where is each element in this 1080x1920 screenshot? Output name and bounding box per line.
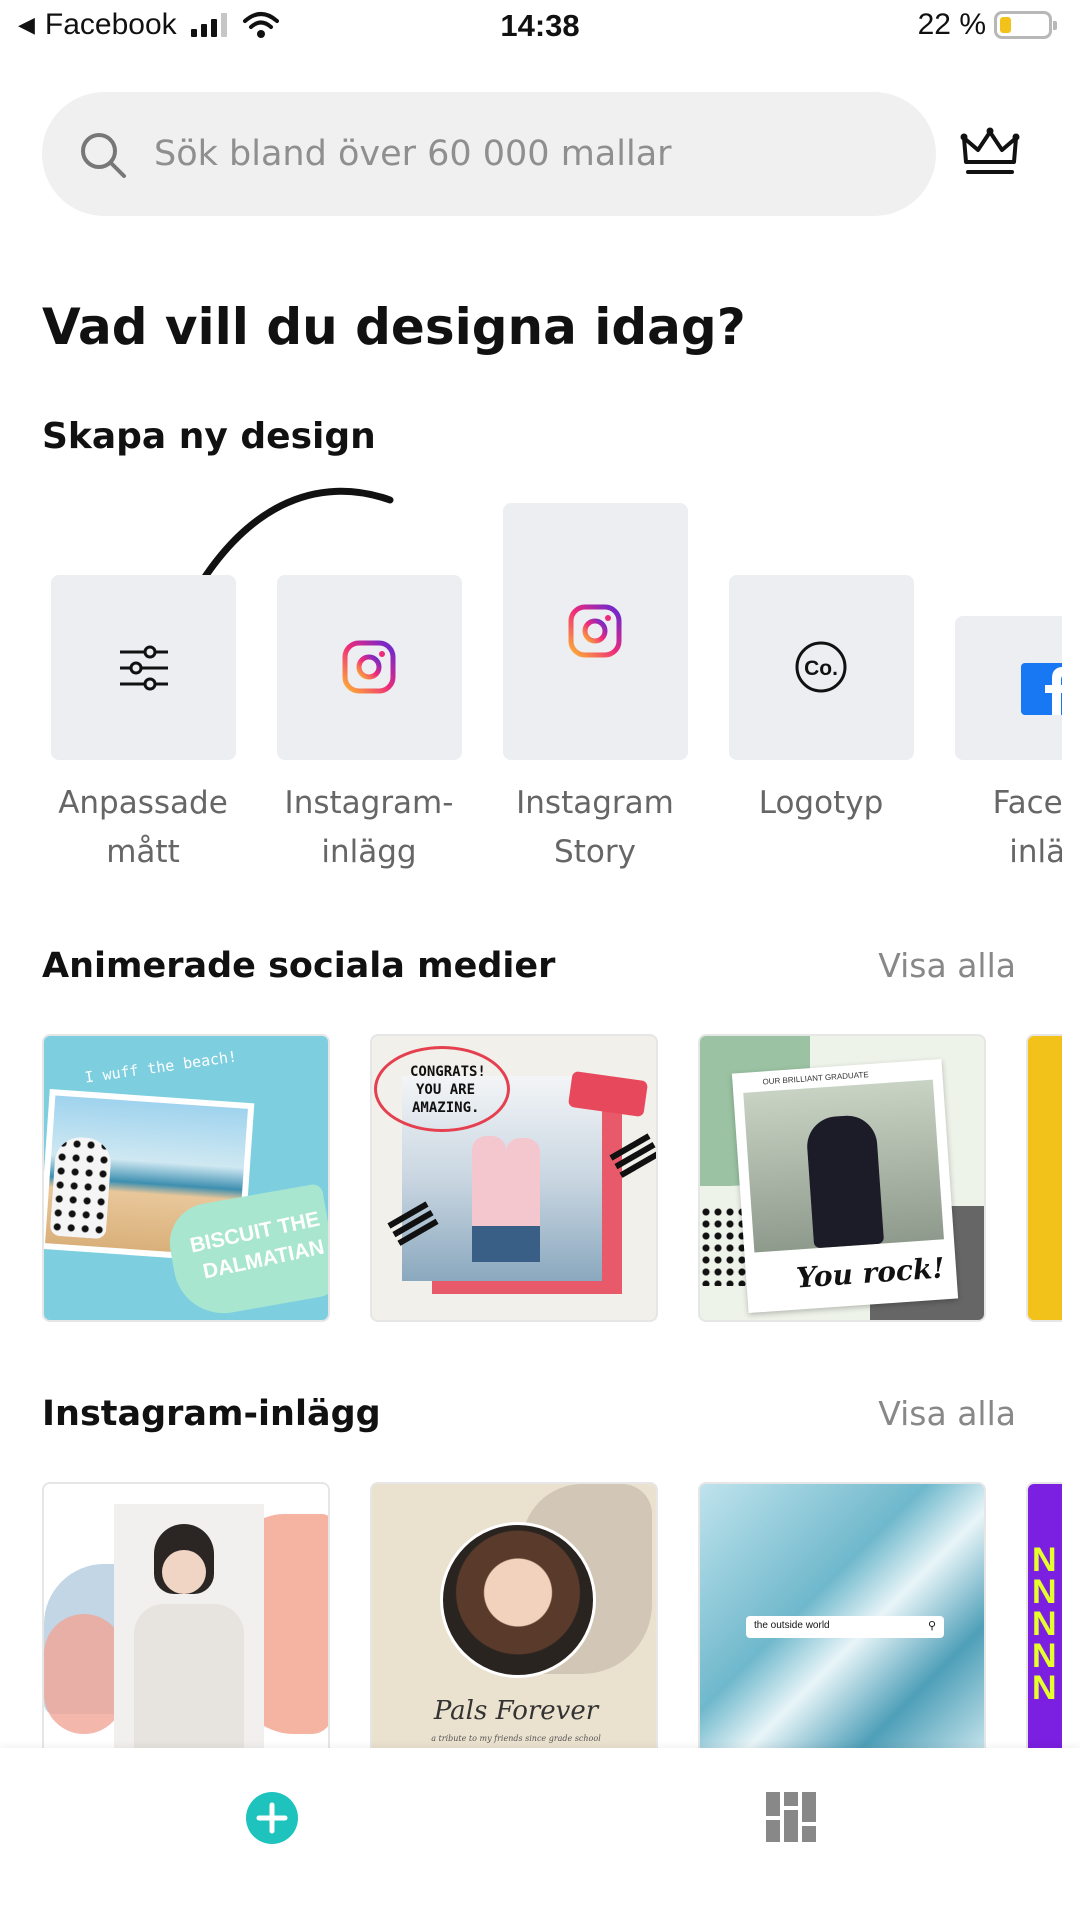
template-art: Pals Forever a tribute to my friends sin… [372, 1484, 656, 1748]
model-photo [114, 1504, 264, 1748]
facebook-icon [1021, 663, 1062, 715]
tile-facebook-post-label: Faceboinläg [992, 785, 1062, 870]
tile-row-clip: Faceboinläg [0, 560, 1062, 900]
instagram-section-title: Instagram-inlägg [42, 1394, 381, 1434]
template-card[interactable] [42, 1482, 330, 1748]
template-card[interactable]: Pals Forever a tribute to my friends sin… [370, 1482, 658, 1748]
search-icon: ⚲ [927, 1619, 936, 1632]
search-bar[interactable] [42, 92, 936, 216]
template-text: You rock! [795, 1251, 946, 1295]
create-plus-icon[interactable] [246, 1792, 298, 1844]
dog-figure [49, 1135, 113, 1240]
white-garment [134, 1604, 244, 1748]
template-card[interactable]: NNNNN [1026, 1482, 1062, 1748]
template-text: AMAZING. [412, 1100, 480, 1116]
shorts [472, 1226, 540, 1262]
tile-facebook-post[interactable] [955, 616, 1062, 760]
template-card[interactable] [1026, 1034, 1062, 1322]
battery-icon [994, 11, 1057, 39]
instagram-see-all-link[interactable]: Visa alla [878, 1394, 1016, 1433]
create-section-title: Skapa ny design [42, 416, 376, 457]
animated-see-all-link[interactable]: Visa alla [878, 946, 1016, 985]
instagram-templates-row: Pals Forever a tribute to my friends sin… [0, 1478, 1062, 1748]
battery-status: 22 % [917, 8, 1057, 42]
face [162, 1550, 206, 1594]
polaroid-frame: OUR BRILLIANT GRADUATE You rock! [731, 1058, 959, 1314]
template-text: the outside world [754, 1620, 830, 1631]
zigzag-pattern: NNNNN [1032, 1541, 1057, 1707]
template-card[interactable]: I wuff the beach! BISCUIT THE DALMATIAN [42, 1034, 330, 1322]
crown-icon[interactable] [960, 126, 1020, 178]
template-text: a tribute to my friends since grade scho… [431, 1734, 601, 1743]
template-text: I wuff the beach! [83, 1047, 239, 1087]
mock-search-bar: the outside world ⚲ [746, 1616, 944, 1638]
designs-grid-icon[interactable] [766, 1792, 816, 1842]
template-card[interactable]: the outside world ⚲ [698, 1482, 986, 1748]
template-art: OUR BRILLIANT GRADUATE You rock! [700, 1036, 984, 1320]
bottom-tab-bar [0, 1748, 1080, 1920]
battery-percent: 22 % [917, 8, 986, 41]
animated-templates-row: I wuff the beach! BISCUIT THE DALMATIAN … [0, 1030, 1062, 1330]
graduate-photo [743, 1079, 944, 1253]
search-icon [81, 133, 126, 178]
template-card[interactable]: OUR BRILLIANT GRADUATE You rock! [698, 1034, 986, 1322]
animated-section-title: Animerade sociala medier [42, 946, 556, 986]
friends-photo [440, 1522, 596, 1678]
template-art: CONGRATS! YOU ARE AMAZING. [372, 1036, 656, 1320]
template-card[interactable]: CONGRATS! YOU ARE AMAZING. [370, 1034, 658, 1322]
template-text: OUR BRILLIANT GRADUATE [762, 1070, 869, 1087]
search-input[interactable] [152, 122, 892, 186]
graduate-figure [805, 1113, 885, 1249]
status-bar: ◀ Facebook 14:38 22 % [0, 0, 1080, 56]
template-art [44, 1484, 328, 1748]
template-text: Pals Forever [433, 1696, 599, 1726]
watercolor-peach [44, 1614, 124, 1734]
template-text: CONGRATS! [410, 1064, 486, 1080]
template-art: the outside world ⚲ [700, 1484, 984, 1748]
template-text: YOU ARE [416, 1082, 476, 1098]
page-title: Vad vill du designa idag? [42, 298, 746, 356]
template-art: I wuff the beach! BISCUIT THE DALMATIAN [44, 1036, 328, 1320]
